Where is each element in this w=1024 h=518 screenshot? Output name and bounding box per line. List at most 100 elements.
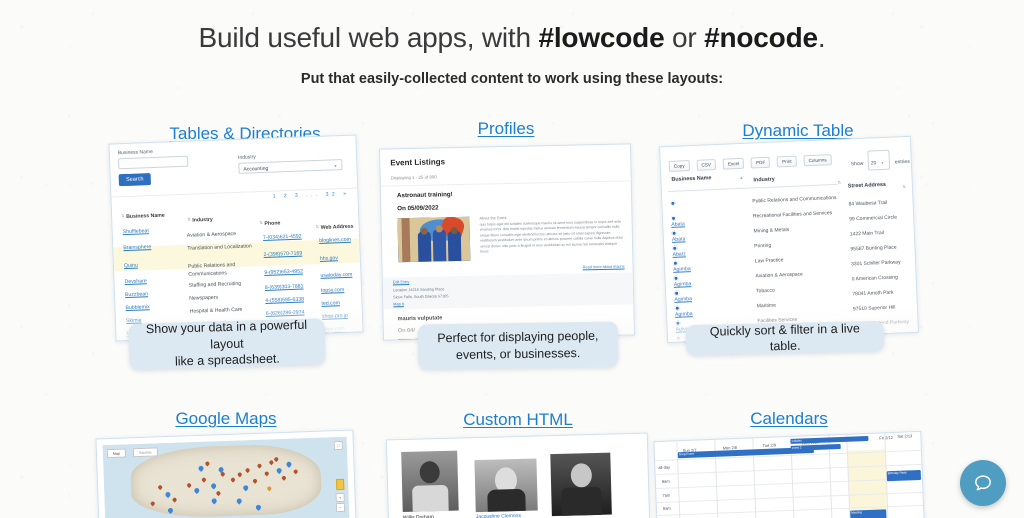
zoom-in-button[interactable]: +	[335, 492, 345, 503]
csv-button[interactable]: CSV	[696, 158, 717, 172]
calendar-day-header[interactable]: Sat 2/13	[897, 433, 912, 439]
cell-web[interactable]: shop-pro.jp	[322, 313, 348, 320]
calendar-event-label: Birthday Party	[887, 470, 907, 476]
page-next[interactable]: »	[343, 191, 349, 197]
row-settings-icon[interactable]	[673, 275, 679, 282]
row-settings-icon[interactable]	[674, 305, 680, 312]
callout-tables-line2: like a spreadsheet.	[174, 351, 281, 369]
section-title-maps[interactable]: Google Maps	[97, 409, 355, 429]
satellite-tab[interactable]: Satellite	[132, 447, 158, 458]
row-settings-icon[interactable]	[675, 320, 681, 327]
table-row[interactable]: Shufflebeat	[123, 228, 149, 235]
col-header-industry[interactable]: Industry	[192, 217, 213, 224]
table-row[interactable]: Quinu	[124, 263, 138, 270]
cell-web[interactable]: topsy.com	[321, 287, 344, 294]
search-button[interactable]: Search	[118, 173, 152, 187]
help-chat-widget-button[interactable]	[960, 460, 1006, 506]
cell-phone[interactable]: 8-(639)303-7881	[265, 284, 304, 291]
calendar-event[interactable]: Birthday Party	[886, 469, 922, 482]
table-row[interactable]: Abo	[675, 329, 687, 343]
table-row[interactable]: Brainsphere	[123, 244, 151, 251]
person-photo	[550, 452, 612, 517]
col-header-phone[interactable]: Phone	[264, 220, 280, 227]
page-root: Build useful web apps, with #lowcode or …	[0, 0, 1024, 518]
col-header-business-name[interactable]: Business Name	[126, 213, 165, 220]
sort-icon[interactable]: ⇅	[838, 180, 842, 185]
calendar-day-header[interactable]: Tue 2/9	[762, 442, 776, 448]
page-ellipsis: ...	[306, 191, 321, 199]
cell-web[interactable]: ted.com	[321, 300, 340, 307]
entries-select[interactable]: 20 ▼	[867, 149, 891, 171]
row-settings-icon[interactable]	[670, 200, 676, 207]
table-row[interactable]: Buzzbean	[125, 291, 148, 298]
row-settings-icon[interactable]	[674, 290, 680, 297]
columns-button[interactable]: Columns	[803, 153, 832, 167]
export-toolbar[interactable]: Copy CSV Excel PDF Print Columns	[668, 148, 834, 173]
calendar-event[interactable]: event 2	[790, 443, 841, 451]
person-name[interactable]: Jacqueline Clemons	[476, 513, 521, 518]
cell-phone[interactable]: 9-(952)653-4952	[264, 269, 303, 276]
cell-web[interactable]: bloglines.com	[319, 237, 351, 244]
map-it-link[interactable]: Map It	[393, 302, 404, 306]
industry-select[interactable]: Accounting ▼	[238, 159, 343, 174]
divider	[380, 180, 631, 187]
cell-phone[interactable]: 6-(626)286-2974	[266, 310, 305, 317]
excel-button[interactable]: Excel	[722, 157, 745, 171]
sort-icon[interactable]: ▲	[739, 175, 743, 180]
sort-icon[interactable]: ⇅	[902, 184, 906, 189]
street-view-pegman-icon[interactable]	[335, 478, 345, 491]
sort-icon[interactable]: ⇅	[316, 224, 320, 229]
page-2[interactable]: 2	[284, 193, 290, 199]
section-title-html[interactable]: Custom HTML	[387, 410, 649, 430]
table-row[interactable]: Devshare	[124, 278, 146, 285]
copy-button[interactable]: Copy	[668, 159, 690, 173]
row-settings-icon[interactable]	[671, 230, 677, 237]
pdf-button[interactable]: PDF	[750, 156, 771, 169]
row-settings-icon[interactable]	[672, 260, 679, 267]
calendar-event[interactable]: Meeting	[850, 509, 887, 518]
page-32[interactable]: 32	[326, 191, 339, 197]
callout-profiles-line1: Perfect for displaying people,	[437, 328, 599, 346]
col-header-street-address[interactable]: Street Address	[848, 182, 886, 190]
cell-web[interactable]: hhs.gov	[320, 255, 338, 262]
sort-icon[interactable]: ⇅	[259, 220, 263, 225]
pagination[interactable]: 1 2 3 ... 32 »	[273, 191, 350, 200]
zoom-out-button[interactable]: −	[335, 502, 346, 513]
google-maps-card[interactable]: Map Satellite ⛶ + −	[95, 429, 357, 518]
cell-phone[interactable]: 4-(558)595-6338	[265, 297, 304, 304]
print-button[interactable]: Print	[776, 155, 797, 168]
tables-directories-card[interactable]: Business Name Search Industry Accounting…	[108, 134, 364, 342]
map-tab[interactable]: Map	[106, 448, 127, 459]
show-entries-control[interactable]: Show 20 ▼ entries	[850, 149, 910, 171]
about-event-label: About the Event	[479, 216, 507, 221]
section-title-profiles[interactable]: Profiles	[382, 119, 630, 139]
profiles-card[interactable]: Event Listings Displaying 1 - 25 of 800 …	[379, 143, 635, 341]
row-settings-icon[interactable]	[670, 215, 677, 222]
calendar-event-label: event 2	[791, 445, 802, 450]
entries-select-value: 20	[870, 160, 877, 167]
event-listings-title: Event Listings	[390, 157, 446, 168]
read-more-link[interactable]: Read more about mauris	[583, 265, 625, 270]
cell-web[interactable]: diigo.com	[322, 326, 344, 333]
edit-entry-link[interactable]: Edit Entry	[393, 280, 410, 284]
row-settings-icon[interactable]	[672, 245, 678, 252]
custom-html-card[interactable]: Willis Durham Jacqueline Clemons Global …	[385, 432, 651, 518]
callout-dynamic: Quickly sort & filter in a live table.	[685, 320, 885, 356]
page-1[interactable]: 1	[273, 193, 279, 199]
col-header-web-address[interactable]: Web Address	[321, 224, 354, 231]
business-name-input[interactable]	[117, 155, 189, 170]
sort-icon[interactable]: ⇅	[121, 213, 125, 218]
dynamic-table-card[interactable]: Copy CSV Excel PDF Print Columns Show 20…	[658, 135, 920, 344]
table-row[interactable]: Bubblemix	[125, 304, 149, 311]
fullscreen-icon[interactable]: ⛶	[333, 440, 343, 451]
section-title-calendars[interactable]: Calendars	[655, 409, 923, 429]
sort-icon[interactable]: ⇅	[187, 217, 191, 222]
calendar-day-header[interactable]: Fri 2/12	[879, 435, 893, 441]
row-settings-icon[interactable]	[675, 335, 682, 342]
cell-web[interactable]: usatoday.com	[320, 272, 352, 279]
page-3[interactable]: 3	[295, 193, 301, 199]
col-header-business-name[interactable]: Business Name	[671, 175, 711, 183]
calendars-card[interactable]: Sun 2/7 Mon 2/8 Tue 2/9 Wed 2/10 Thu 2/1…	[653, 430, 925, 518]
map-canvas[interactable]: Map Satellite ⛶ + −	[102, 436, 350, 518]
col-header-industry[interactable]: Industry	[753, 177, 774, 184]
